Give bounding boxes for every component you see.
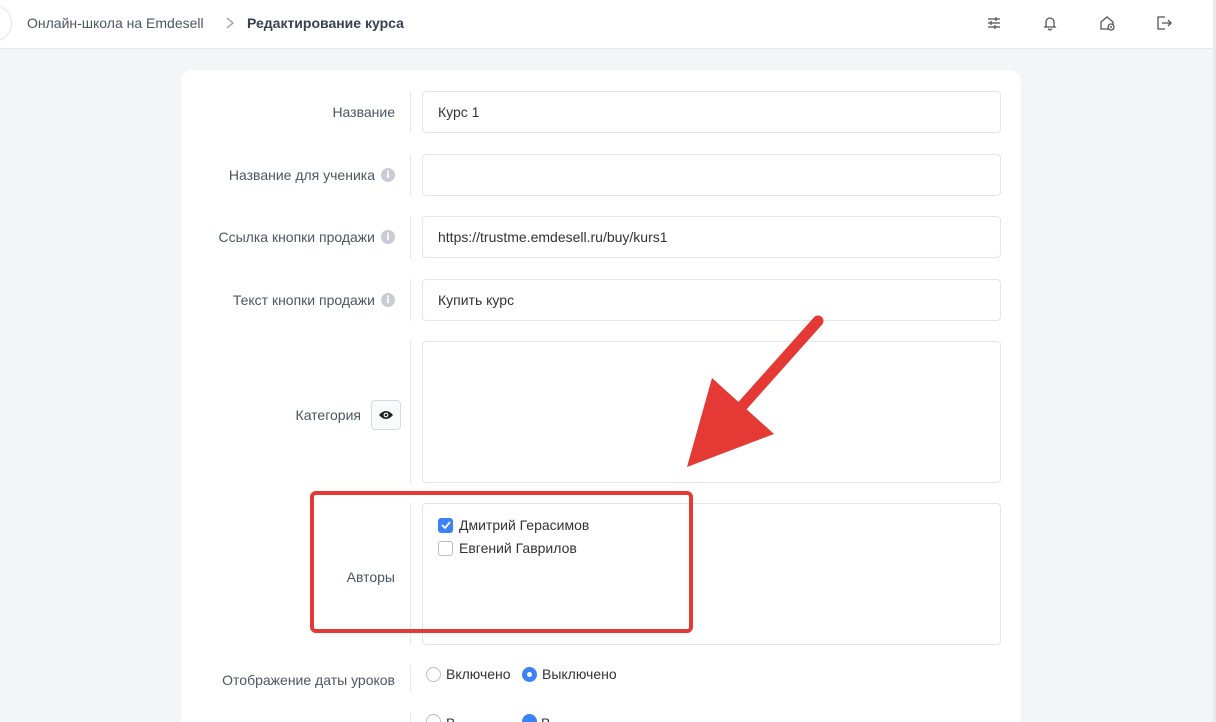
sidebar-toggle[interactable] [0, 4, 12, 42]
bell-icon[interactable] [1039, 12, 1061, 34]
radio-option-on[interactable]: Включено [426, 666, 511, 682]
divider [410, 503, 411, 645]
name-label: Название [332, 104, 395, 120]
radio-label: Включено [446, 666, 511, 682]
chevron-right-icon [226, 17, 235, 29]
radio-label: Выключено [542, 666, 617, 682]
name-input[interactable] [422, 91, 1001, 133]
sale-text-input[interactable] [422, 279, 1001, 321]
eye-icon [379, 411, 393, 419]
home-settings-icon[interactable] [1096, 12, 1118, 34]
category-label: Категория [295, 407, 361, 423]
author-option[interactable]: Дмитрий Герасимов [438, 517, 589, 533]
sale-link-input[interactable] [422, 216, 1001, 258]
checkbox-checked[interactable] [438, 517, 453, 533]
author-option[interactable]: Евгений Гаврилов [438, 540, 577, 556]
divider [410, 279, 411, 321]
checkbox-unchecked[interactable] [438, 540, 453, 556]
radio-button-selected[interactable] [522, 666, 537, 682]
authors-label: Авторы [346, 569, 395, 585]
sale-text-label: Текст кнопки продажи i [233, 292, 395, 308]
radio-button-selected[interactable] [522, 714, 537, 722]
logout-icon[interactable] [1153, 12, 1175, 34]
breadcrumb-current: Редактирование курса [247, 15, 404, 31]
divider [410, 341, 411, 483]
student-name-label: Название для ученика i [229, 167, 395, 183]
breadcrumb-home[interactable]: Онлайн-школа на Emdesell [27, 15, 204, 31]
lesson-dates-label: Отображение даты уроков [222, 672, 395, 688]
radio-option-off[interactable]: Выключено [522, 666, 617, 682]
check-icon [440, 521, 451, 529]
radio-button[interactable] [426, 666, 441, 682]
divider [410, 216, 411, 258]
divider [410, 154, 411, 196]
divider [410, 91, 411, 133]
author-name: Дмитрий Герасимов [459, 517, 590, 533]
sliders-icon[interactable] [983, 12, 1005, 34]
radio-label: В [541, 715, 550, 722]
divider [410, 712, 411, 722]
info-icon[interactable]: i [381, 230, 395, 244]
radio-button[interactable] [426, 714, 441, 722]
divider [410, 665, 411, 691]
info-icon[interactable]: i [381, 168, 395, 182]
author-name: Евгений Гаврилов [459, 540, 577, 556]
eye-button[interactable] [371, 400, 401, 430]
top-bar: Онлайн-школа на Emdesell Редактирование … [0, 0, 1216, 49]
radio-label: В [446, 715, 455, 722]
category-select[interactable] [422, 341, 1001, 483]
info-icon[interactable]: i [381, 293, 395, 307]
sale-link-label: Ссылка кнопки продажи i [219, 229, 395, 245]
student-name-input[interactable] [422, 154, 1001, 196]
